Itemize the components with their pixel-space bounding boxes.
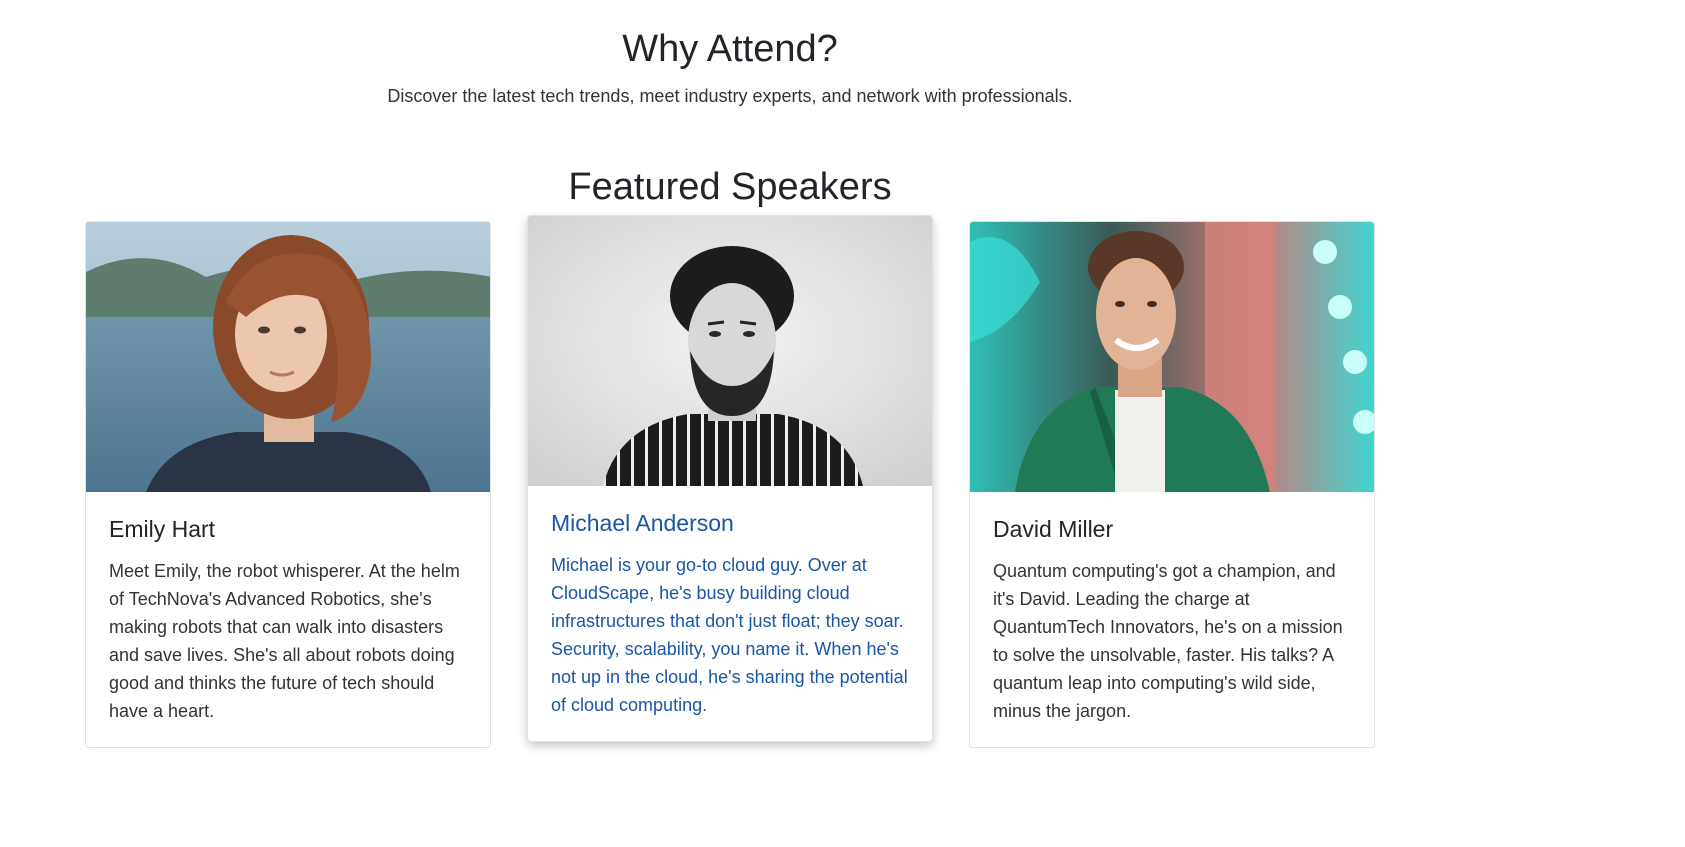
featured-speakers-title: Featured Speakers <box>568 166 892 208</box>
speaker-photo-michael-anderson <box>528 216 932 486</box>
speaker-card-michael-anderson[interactable]: Michael Anderson Michael is your go-to c… <box>527 215 933 742</box>
speaker-photo-david-miller <box>970 222 1374 492</box>
speaker-card-david-miller[interactable]: David Miller Quantum computing's got a c… <box>969 221 1375 748</box>
speaker-name: Emily Hart <box>109 516 216 542</box>
why-attend-subtitle: Discover the latest tech trends, meet in… <box>387 86 1073 106</box>
why-attend-title: Why Attend? <box>622 28 838 70</box>
page: Why Attend? Discover the latest tech tre… <box>0 0 1685 847</box>
speaker-card-emily-hart[interactable]: Emily Hart Meet Emily, the robot whisper… <box>85 221 491 748</box>
speaker-bio: Michael is your go-to cloud guy. Over at… <box>551 555 908 715</box>
speaker-bio: Quantum computing's got a champion, and … <box>993 561 1343 721</box>
speaker-bio: Meet Emily, the robot whisperer. At the … <box>109 561 460 721</box>
speaker-photo-emily-hart <box>86 222 490 492</box>
speaker-name: David Miller <box>993 516 1114 542</box>
speaker-name: Michael Anderson <box>551 510 734 536</box>
